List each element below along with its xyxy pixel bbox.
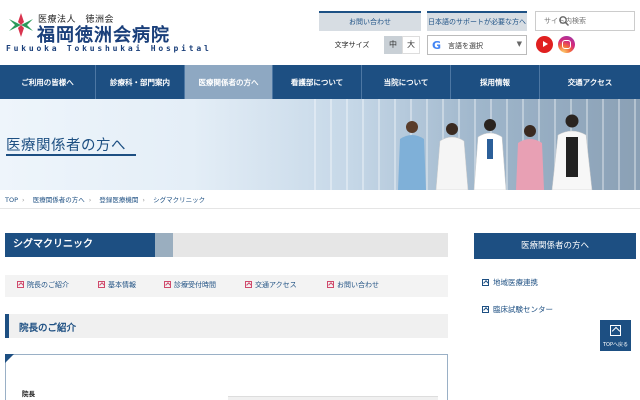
nav-item-label: 交通アクセス: [567, 77, 613, 87]
page: 医療法人 徳洲会 福岡徳洲会病院 Fukuoka Tokushukai Hosp…: [0, 0, 640, 400]
anchor-label: 院長のご紹介: [27, 281, 69, 289]
anchor-nav: 院長のご紹介 基本情報 診療受付時間 交通アクセス お問い合わせ: [5, 275, 448, 297]
anchor-label: 基本情報: [108, 281, 136, 289]
anchor-basic-info[interactable]: 基本情報: [98, 280, 136, 290]
sidebar-item-label: 臨床試験センター: [493, 305, 553, 314]
global-nav: ご利用の皆様へ 診療科・部門案内 医療関係者の方へ 看護部について 当院について…: [0, 65, 640, 99]
breadcrumb-item-current: シグマクリニック: [153, 196, 206, 204]
nav-item-visitors[interactable]: ご利用の皆様へ: [0, 65, 96, 99]
contact-button[interactable]: お問い合わせ: [319, 11, 421, 31]
anchor-arrow-icon: [164, 281, 171, 288]
anchor-label: 診療受付時間: [174, 281, 216, 289]
arrow-up-icon: [610, 325, 621, 336]
clinic-title: シグマクリニック: [5, 233, 155, 257]
breadcrumb-item-top[interactable]: TOP: [5, 196, 18, 204]
director-label: 院長: [22, 390, 35, 398]
anchor-arrow-icon: [245, 281, 252, 288]
title-underline: [6, 154, 136, 156]
nav-item-label: ご利用の皆様へ: [21, 77, 74, 87]
font-size-large-button[interactable]: 大: [402, 36, 420, 54]
clinic-title-bar: シグマクリニック: [5, 233, 448, 257]
nav-item-label: 診療科・部門案内: [110, 77, 170, 87]
nav-item-about[interactable]: 当院について: [362, 65, 451, 99]
nav-item-access[interactable]: 交通アクセス: [540, 65, 640, 99]
chevron-down-icon: ▼: [516, 40, 522, 48]
nav-item-label: 看護部について: [290, 77, 344, 87]
sidebar-item-label: 地域医療連携: [493, 278, 538, 287]
title-accent: [155, 233, 173, 257]
director-value: [228, 396, 438, 400]
sidebar-item-regional[interactable]: 地域医療連携: [482, 277, 538, 288]
hero-staff-image: [398, 114, 593, 190]
anchor-label: 交通アクセス: [255, 281, 297, 289]
breadcrumb-item-registered[interactable]: 登録医療機関: [99, 196, 138, 204]
director-info-box: [5, 354, 448, 400]
nav-item-departments[interactable]: 診療科・部門案内: [96, 65, 185, 99]
anchor-arrow-icon: [98, 281, 105, 288]
breadcrumb: TOP › 医療関係者の方へ › 登録医療機関 › シグマクリニック: [5, 194, 209, 204]
breadcrumb-separator: ›: [88, 196, 92, 204]
font-size-medium-button[interactable]: 中: [384, 36, 402, 54]
hospital-logo-icon[interactable]: [7, 11, 35, 39]
anchor-hours[interactable]: 診療受付時間: [164, 280, 216, 290]
hero-banner: 医療関係者の方へ: [0, 99, 640, 190]
japanese-support-button[interactable]: 日本語のサポートが必要な方へ: [427, 11, 527, 31]
nav-item-label: 医療関係者の方へ: [198, 77, 259, 87]
divider: [0, 208, 640, 209]
youtube-icon[interactable]: [536, 36, 553, 53]
page-title: 医療関係者の方へ: [6, 138, 126, 154]
corner-decoration: [5, 354, 14, 363]
google-icon: G: [432, 39, 442, 52]
anchor-label: お問い合わせ: [337, 281, 379, 289]
breadcrumb-separator: ›: [142, 196, 145, 204]
font-size-label: 文字サイズ: [334, 41, 370, 49]
nav-item-label: 採用情報: [480, 77, 510, 87]
anchor-access[interactable]: 交通アクセス: [245, 280, 297, 290]
nav-item-label: 当院について: [383, 77, 429, 87]
nav-item-recruit[interactable]: 採用情報: [451, 65, 540, 99]
section-title: 院長のご紹介: [19, 323, 77, 334]
sidebar-heading[interactable]: 医療関係者の方へ: [474, 233, 636, 259]
sidebar-arrow-icon: [482, 279, 489, 286]
language-select[interactable]: G 言語を選択 ▼: [427, 35, 527, 55]
section-heading: 院長のご紹介: [5, 314, 448, 338]
search-input[interactable]: [538, 14, 608, 28]
anchor-director[interactable]: 院長のご紹介: [17, 280, 69, 290]
search-icon[interactable]: [558, 15, 570, 27]
site-header: 医療法人 徳洲会 福岡徳洲会病院 Fukuoka Tokushukai Hosp…: [0, 0, 640, 64]
language-select-label: 言語を選択: [448, 42, 483, 50]
breadcrumb-separator: ›: [22, 196, 25, 204]
sidebar-item-clinical-trials[interactable]: 臨床試験センター: [482, 304, 553, 315]
sidebar-arrow-icon: [482, 306, 489, 313]
breadcrumb-item-medical[interactable]: 医療関係者の方へ: [33, 196, 85, 204]
anchor-arrow-icon: [17, 281, 24, 288]
nav-item-medical-professionals[interactable]: 医療関係者の方へ: [185, 65, 273, 99]
back-to-top-label: TOPへ戻る: [602, 342, 628, 348]
anchor-arrow-icon: [327, 281, 334, 288]
nav-item-nursing[interactable]: 看護部について: [273, 65, 362, 99]
back-to-top-button[interactable]: TOPへ戻る: [600, 320, 631, 351]
logo-english: Fukuoka Tokushukai Hospital: [6, 44, 212, 53]
instagram-icon[interactable]: [558, 36, 575, 53]
anchor-contact[interactable]: お問い合わせ: [327, 280, 379, 290]
search-box: [535, 11, 635, 31]
